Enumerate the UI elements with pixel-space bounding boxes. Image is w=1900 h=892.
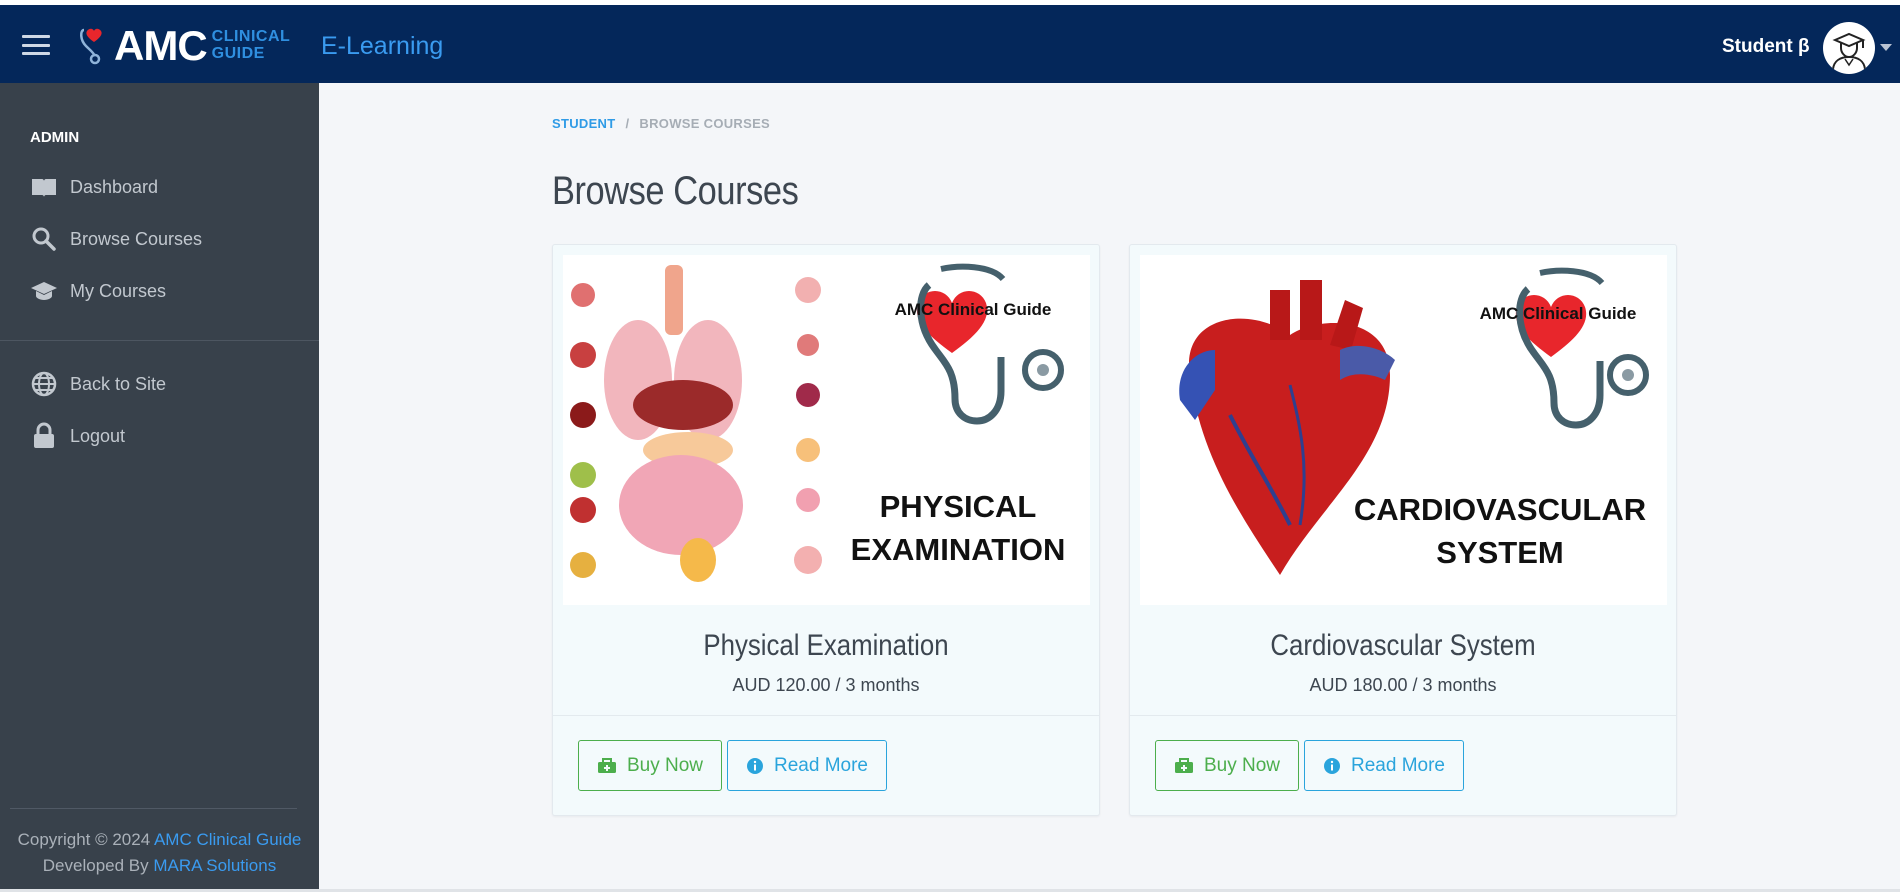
user-name[interactable]: Student β — [1722, 36, 1810, 58]
sidebar-section-label: ADMIN — [30, 129, 80, 146]
breadcrumb-current: BROWSE COURSES — [639, 116, 771, 131]
image-brand-text: AMC Clinical Guide — [895, 300, 1052, 319]
course-image[interactable]: AMC Clinical Guide CARDIOVASCULAR SYSTEM — [1140, 255, 1667, 605]
stethoscope-heart-icon — [80, 28, 102, 65]
buy-now-label: Buy Now — [1203, 754, 1281, 776]
copyright-prefix: Copyright © 2024 — [17, 830, 151, 849]
developer-prefix: Developed By — [42, 856, 149, 875]
sidebar-item-back-to-site[interactable]: Back to Site — [30, 369, 166, 399]
course-image[interactable]: AMC Clinical Guide PHYSICAL EXAMINATION — [563, 255, 1090, 605]
menu-toggle-icon[interactable] — [22, 35, 50, 55]
cart-icon — [597, 757, 617, 774]
card-divider — [1130, 715, 1676, 716]
info-circle-icon — [1323, 757, 1341, 775]
user-menu-chevron-down-icon[interactable] — [1880, 44, 1892, 51]
logo-wordmark: AMC — [114, 22, 208, 69]
course-card-cardiovascular-system: AMC Clinical Guide CARDIOVASCULAR SYSTEM… — [1129, 244, 1677, 816]
buy-now-button[interactable]: Buy Now — [1155, 740, 1299, 791]
image-title-line2: SYSTEM — [1436, 535, 1563, 570]
sidebar-item-label: Dashboard — [70, 176, 159, 197]
sidebar-item-logout[interactable]: Logout — [30, 421, 125, 451]
buy-now-button[interactable]: Buy Now — [578, 740, 722, 791]
graduation-cap-icon — [30, 277, 58, 305]
course-price: AUD 180.00 / 3 months — [1309, 675, 1497, 695]
page-title: Browse Courses — [552, 169, 799, 213]
app-name: E-Learning — [321, 32, 444, 60]
sidebar-item-dashboard[interactable]: Dashboard — [30, 172, 158, 202]
read-more-button[interactable]: Read More — [727, 740, 887, 791]
buy-now-label: Buy Now — [626, 754, 704, 776]
brand-logo[interactable]: AMC CLINICAL GUIDE — [78, 23, 290, 69]
avatar[interactable] — [1823, 22, 1875, 74]
sidebar-item-label: Browse Courses — [70, 228, 203, 249]
sidebar-item-my-courses[interactable]: My Courses — [30, 276, 166, 306]
main-content: STUDENT / BROWSE COURSES Browse Courses — [319, 83, 1900, 889]
copyright-link[interactable]: AMC Clinical Guide — [154, 830, 301, 849]
sidebar-item-label: Logout — [70, 425, 126, 446]
search-icon — [30, 225, 58, 253]
sidebar-footer-divider — [10, 808, 297, 809]
sidebar: ADMIN Dashboard Browse Courses My Course… — [0, 83, 319, 889]
image-title-line2: EXAMINATION — [851, 532, 1066, 567]
student-avatar-icon — [1832, 32, 1866, 70]
course-title[interactable]: Physical Examination — [591, 629, 1061, 663]
breadcrumb-student[interactable]: STUDENT — [552, 116, 616, 131]
breadcrumb-separator: / — [625, 116, 630, 131]
developer-link[interactable]: MARA Solutions — [153, 856, 276, 875]
logo-sub-line1: CLINICAL — [211, 28, 291, 46]
cart-icon — [1174, 757, 1194, 774]
course-price: AUD 120.00 / 3 months — [732, 675, 920, 695]
read-more-button[interactable]: Read More — [1304, 740, 1464, 791]
sidebar-item-label: My Courses — [70, 280, 167, 301]
card-divider — [553, 715, 1099, 716]
book-open-icon — [30, 173, 58, 201]
sidebar-divider — [0, 340, 319, 341]
globe-icon — [30, 370, 58, 398]
read-more-label: Read More — [1351, 754, 1445, 776]
logo-subtitle: CLINICAL GUIDE — [211, 28, 291, 63]
logo-sub-line2: GUIDE — [211, 45, 265, 62]
course-image-art: AMC Clinical Guide CARDIOVASCULAR SYSTEM — [1140, 255, 1667, 605]
image-brand-text: AMC Clinical Guide — [1480, 304, 1637, 323]
breadcrumb: STUDENT / BROWSE COURSES — [552, 116, 770, 131]
sidebar-item-browse-courses[interactable]: Browse Courses — [30, 224, 202, 254]
read-more-label: Read More — [774, 754, 868, 776]
course-title[interactable]: Cardiovascular System — [1168, 629, 1638, 663]
developer-credit: Developed By MARA Solutions — [0, 856, 319, 876]
image-title-line1: PHYSICAL — [880, 489, 1037, 524]
top-navbar: AMC CLINICAL GUIDE E-Learning Student β — [0, 5, 1900, 83]
lock-icon — [30, 422, 58, 450]
image-title-line1: CARDIOVASCULAR — [1354, 492, 1646, 527]
course-image-art: AMC Clinical Guide PHYSICAL EXAMINATION — [563, 255, 1090, 605]
copyright-text: Copyright © 2024 AMC Clinical Guide — [0, 830, 319, 850]
info-circle-icon — [746, 757, 764, 775]
course-card-physical-examination: AMC Clinical Guide PHYSICAL EXAMINATION … — [552, 244, 1100, 816]
sidebar-item-label: Back to Site — [70, 373, 167, 394]
